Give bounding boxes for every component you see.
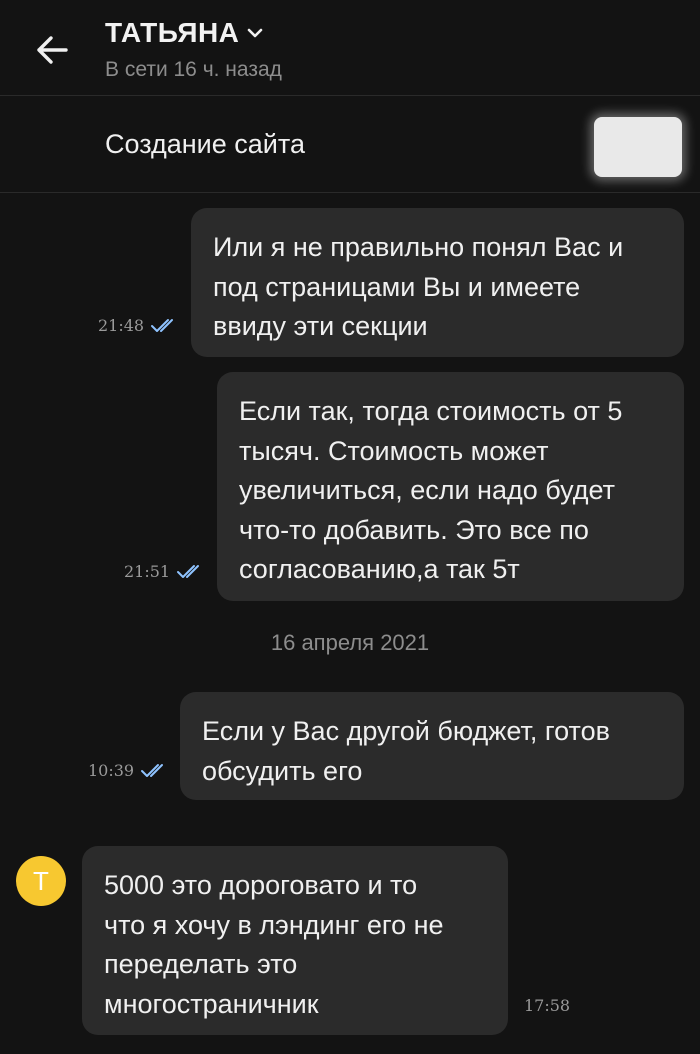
message-bubble-incoming[interactable]: 5000 это дороговато и то что я хочу в лэ… (82, 846, 508, 1035)
subject-bar[interactable]: Создание сайта (0, 97, 700, 193)
message-time: 21:48 (98, 316, 145, 335)
message-meta: 21:48 (98, 316, 178, 335)
subject-thumbnail[interactable] (594, 117, 682, 177)
message-bubble-outgoing[interactable]: Или я не правильно понял Вас и под стран… (191, 208, 684, 357)
message-meta: 21:51 (124, 562, 204, 581)
message-text: 5000 это дороговато и то что я хочу в лэ… (104, 870, 444, 1019)
back-button[interactable] (28, 26, 76, 74)
message-time: 10:39 (88, 761, 135, 780)
avatar[interactable]: Т (16, 856, 66, 906)
arrow-left-icon (37, 36, 68, 64)
message-time: 17:58 (524, 996, 571, 1015)
message-text: Или я не правильно понял Вас и под стран… (213, 232, 624, 341)
double-check-icon (177, 564, 200, 578)
double-check-icon (141, 763, 164, 777)
double-check-icon (151, 318, 174, 332)
message-text: Если у Вас другой бюджет, готов обсудить… (202, 716, 610, 786)
message-text: Если так, тогда стоимость от 5 тысяч. Ст… (239, 396, 623, 584)
date-separator: 16 апреля 2021 (270, 630, 430, 655)
chat-header: ТАТЬЯНА В сети 16 ч. назад (0, 0, 700, 96)
contact-name: ТАТЬЯНА (105, 17, 240, 48)
message-meta: 10:39 (88, 761, 168, 780)
message-bubble-outgoing[interactable]: Если так, тогда стоимость от 5 тысяч. Ст… (217, 372, 684, 601)
subject-title: Создание сайта (105, 129, 305, 159)
avatar-letter: Т (33, 865, 49, 896)
contact-name-button[interactable]: ТАТЬЯНА (105, 17, 263, 49)
message-meta: 17:58 (524, 996, 570, 1015)
contact-status: В сети 16 ч. назад (105, 58, 282, 81)
message-time: 21:51 (124, 562, 171, 581)
message-bubble-outgoing[interactable]: Если у Вас другой бюджет, готов обсудить… (180, 692, 684, 800)
chevron-down-icon (248, 28, 263, 38)
